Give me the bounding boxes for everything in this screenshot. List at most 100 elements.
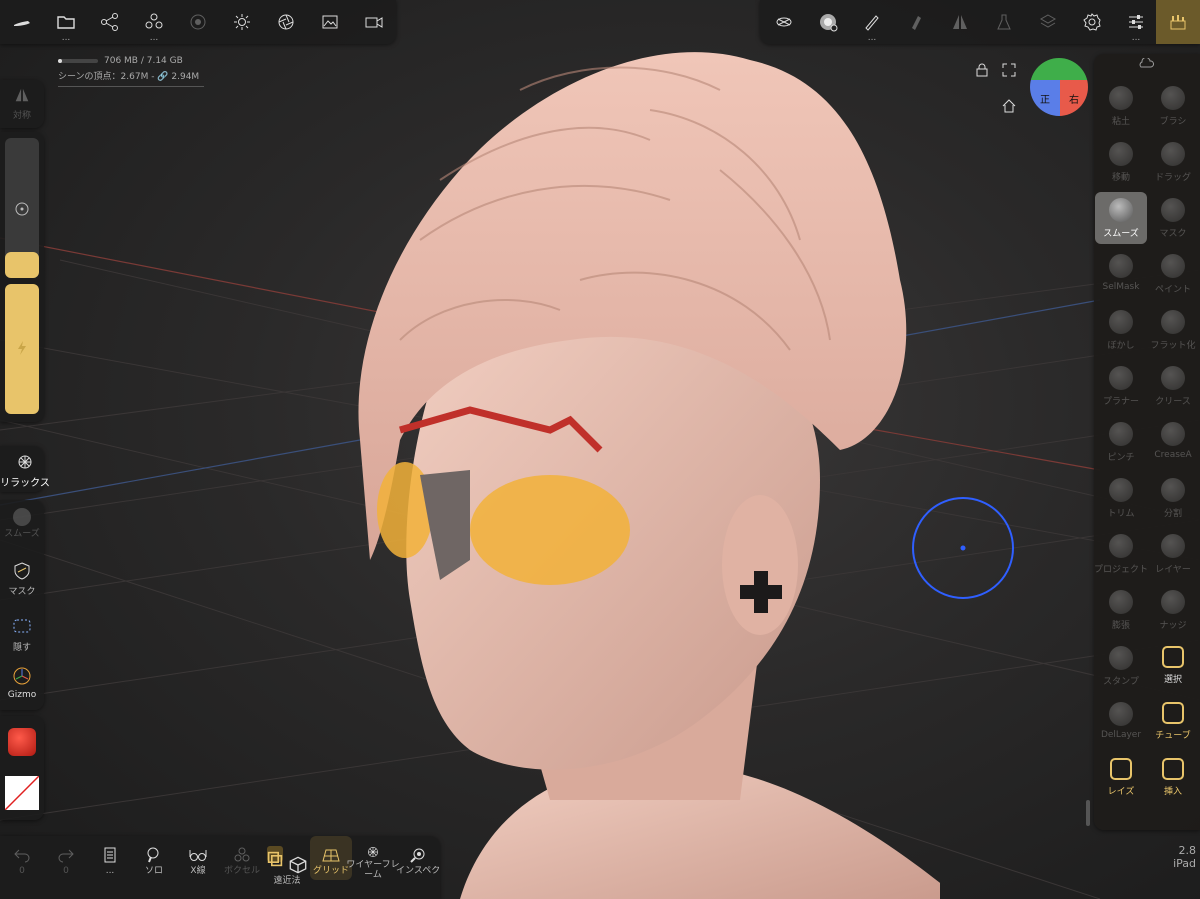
tool-3[interactable]: ドラッグ: [1147, 136, 1199, 188]
symmetry-button[interactable]: 対称: [0, 86, 44, 121]
tool-8[interactable]: ぼかし: [1095, 304, 1147, 356]
history-button[interactable]: ...: [94, 836, 126, 880]
sliders-icon[interactable]: ...: [1114, 0, 1158, 44]
tool-23[interactable]: チューブ: [1147, 696, 1199, 748]
tool-label: ナッジ: [1159, 621, 1187, 631]
image-icon[interactable]: [308, 0, 352, 44]
tool-label: CreaseA: [1154, 450, 1192, 460]
voxel-button[interactable]: ボクセル: [222, 836, 262, 880]
relax-button[interactable]: リラックス: [0, 454, 50, 489]
logo-icon[interactable]: [0, 0, 44, 44]
gizmo-quick-label: Gizmo: [7, 690, 37, 700]
tool-6[interactable]: SelMask: [1095, 248, 1147, 300]
undo-button[interactable]: 0: [6, 836, 38, 880]
version-platform: iPad: [1173, 857, 1196, 870]
video-icon[interactable]: [352, 0, 396, 44]
xray-button[interactable]: X線: [180, 836, 216, 880]
tool-17[interactable]: レイヤー: [1147, 528, 1199, 580]
tool-5[interactable]: マスク: [1147, 192, 1199, 244]
tool-label: トリム: [1107, 509, 1135, 519]
tool-22[interactable]: DelLayer: [1095, 696, 1147, 748]
light-icon[interactable]: [220, 0, 264, 44]
wireframe-icon: [368, 847, 378, 857]
tool-icon: [1161, 366, 1185, 390]
tool-9[interactable]: フラット化: [1147, 304, 1199, 356]
perspective-button[interactable]: 遠近法: [264, 836, 310, 886]
symmetry-icon[interactable]: [938, 0, 982, 44]
sculpt-model[interactable]: [320, 20, 940, 899]
tool-icon: [1109, 478, 1133, 502]
mask-icon: [14, 562, 30, 580]
tool-10[interactable]: プラナー: [1095, 360, 1147, 412]
radius-slider[interactable]: [5, 138, 39, 278]
view-cube[interactable]: 正 右: [1030, 58, 1088, 116]
tool-14[interactable]: トリム: [1095, 472, 1147, 524]
flask-icon[interactable]: [982, 0, 1026, 44]
tool-label: ぼかし: [1107, 341, 1135, 351]
tool-label: DelLayer: [1100, 730, 1142, 740]
tool-4[interactable]: スムーズ: [1095, 192, 1147, 244]
material-icon[interactable]: [176, 0, 220, 44]
grid-label: グリッド: [312, 866, 349, 876]
brush-sliders-panel: [0, 132, 44, 422]
tool-label: スムーズ: [1103, 229, 1139, 239]
tools-icon[interactable]: [1156, 0, 1200, 44]
undo-icon: [14, 849, 30, 863]
tool-label: SelMask: [1102, 282, 1140, 292]
tool-21[interactable]: 選択: [1147, 640, 1199, 692]
view-cube-right[interactable]: 右: [1060, 80, 1088, 116]
painting-icon[interactable]: [894, 0, 938, 44]
folder-icon[interactable]: ...: [44, 0, 88, 44]
tool-25[interactable]: 挿入: [1147, 752, 1199, 804]
lock-icon[interactable]: [975, 62, 989, 77]
smooth-icon: [13, 508, 31, 526]
tool-1[interactable]: ブラシ: [1147, 80, 1199, 132]
fullscreen-icon[interactable]: [1002, 62, 1016, 77]
color-swatch[interactable]: [4, 775, 40, 811]
tool-13[interactable]: CreaseA: [1147, 416, 1199, 468]
wireframe-button[interactable]: ワイヤーフレーム: [346, 836, 400, 880]
stroke-icon[interactable]: ...: [850, 0, 894, 44]
tool-0[interactable]: 粘土: [1095, 80, 1147, 132]
material-swatch[interactable]: [8, 728, 36, 756]
tool-15[interactable]: 分割: [1147, 472, 1199, 524]
tool-12[interactable]: ピンチ: [1095, 416, 1147, 468]
gizmo-quick-button[interactable]: Gizmo: [0, 666, 44, 700]
camera-icon[interactable]: [264, 0, 308, 44]
hide-quick-button[interactable]: 隠す: [0, 616, 44, 653]
tool-icon: [1162, 702, 1184, 724]
orthographic-icon[interactable]: [267, 846, 283, 867]
tool-7[interactable]: ペイント: [1147, 248, 1199, 300]
primitives-icon[interactable]: ...: [132, 0, 176, 44]
tool-20[interactable]: スタンプ: [1095, 640, 1147, 692]
tool-icon: [1161, 422, 1185, 446]
view-cube-front[interactable]: 正: [1030, 80, 1060, 116]
tool-label: ペイント: [1154, 285, 1191, 295]
scene-graph-icon[interactable]: [88, 0, 132, 44]
settings-icon[interactable]: [1070, 0, 1114, 44]
topology-icon[interactable]: [762, 0, 806, 44]
radius-icon: [15, 202, 29, 216]
tool-2[interactable]: 移動: [1095, 136, 1147, 188]
tool-icon: [1109, 534, 1133, 558]
smooth-quick-button[interactable]: スムーズ: [0, 508, 44, 539]
tool-19[interactable]: ナッジ: [1147, 584, 1199, 636]
tool-16[interactable]: プロジェクト: [1094, 528, 1148, 580]
redo-button[interactable]: 0: [50, 836, 82, 880]
inspector-button[interactable]: インスペクタ: [396, 836, 440, 880]
tool-icon: [1161, 142, 1185, 166]
perspective-cube-icon[interactable]: [289, 856, 307, 874]
panel-resize-handle[interactable]: [1086, 800, 1090, 826]
perspective-label: 遠近法: [273, 876, 301, 886]
solo-button[interactable]: ソロ: [136, 836, 172, 880]
home-icon[interactable]: [1002, 98, 1016, 113]
intensity-slider[interactable]: [5, 284, 39, 414]
mask-quick-button[interactable]: マスク: [0, 562, 44, 597]
tool-24[interactable]: レイズ: [1095, 752, 1147, 804]
tool-label: チューブ: [1155, 731, 1191, 741]
tool-icon: [1109, 702, 1133, 726]
tool-18[interactable]: 膨張: [1095, 584, 1147, 636]
layers-icon[interactable]: [1026, 0, 1070, 44]
tool-11[interactable]: クリース: [1147, 360, 1199, 412]
brush-alpha-icon[interactable]: [806, 0, 850, 44]
